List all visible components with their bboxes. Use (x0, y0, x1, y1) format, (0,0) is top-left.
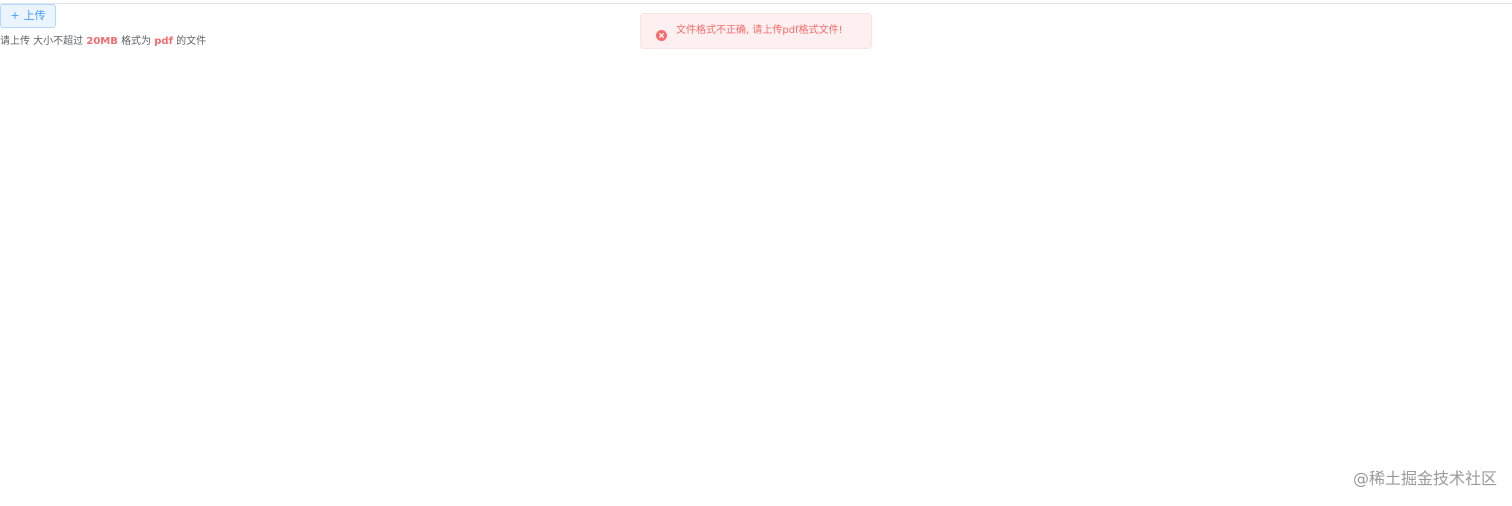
juejin-watermark: @稀土掘金技术社区 (1352, 469, 1497, 488)
error-message: 文件格式不正确, 请上传pdf格式文件! (640, 13, 872, 49)
upload-button-label: 上传 (23, 9, 46, 22)
upload-size-limit: 20MB (86, 36, 118, 47)
upload-format-type: pdf (154, 36, 173, 47)
error-message-text: 文件格式不正确, 请上传pdf格式文件! (676, 25, 843, 36)
upload-tip-suffix: 的文件 (176, 36, 207, 47)
upload-tip-format-prefix: 格式为 (121, 36, 152, 47)
upload-button[interactable]: + 上传 (0, 4, 56, 28)
upload-tip: 请上传 大小不超过 20MB 格式为 pdf 的文件 (0, 35, 206, 49)
upload-tip-prefix: 请上传 大小不超过 (0, 36, 84, 47)
circle-close-icon (656, 26, 667, 41)
plus-icon: + (10, 9, 20, 22)
page-top-divider (0, 3, 1512, 4)
